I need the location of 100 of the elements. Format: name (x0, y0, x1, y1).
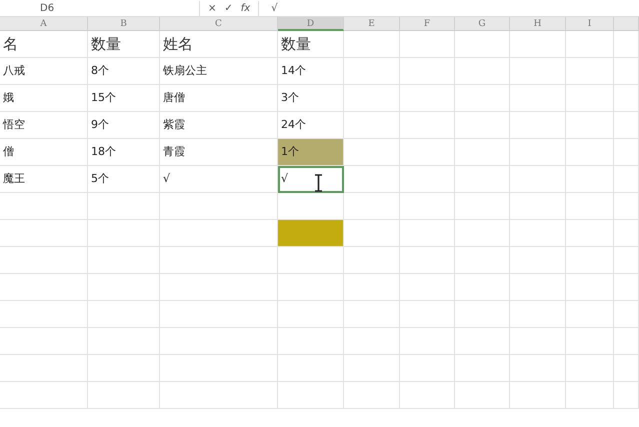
table-cell[interactable]: 僧 (0, 139, 88, 166)
table-cell[interactable]: 1个 (278, 139, 344, 166)
column-header[interactable]: A (0, 17, 88, 31)
column-header[interactable]: G (455, 17, 510, 31)
empty-cell[interactable] (160, 382, 278, 409)
empty-cell[interactable] (278, 355, 344, 382)
empty-cell[interactable] (344, 355, 400, 382)
empty-cell[interactable] (455, 58, 510, 85)
empty-cell[interactable] (455, 193, 510, 220)
empty-cell[interactable] (400, 247, 455, 274)
empty-cell[interactable] (278, 274, 344, 301)
empty-cell[interactable] (510, 112, 566, 139)
empty-cell[interactable] (614, 301, 639, 328)
table-cell[interactable]: 数量 (88, 31, 160, 58)
empty-cell[interactable] (0, 247, 88, 274)
column-header[interactable]: E (344, 17, 400, 31)
table-cell[interactable]: 紫霞 (160, 112, 278, 139)
empty-cell[interactable] (510, 301, 566, 328)
empty-cell[interactable] (614, 166, 639, 193)
empty-cell[interactable] (88, 274, 160, 301)
empty-cell[interactable] (344, 112, 400, 139)
table-cell[interactable]: 娥 (0, 85, 88, 112)
empty-cell[interactable] (0, 355, 88, 382)
empty-cell[interactable] (0, 274, 88, 301)
empty-cell[interactable] (614, 220, 639, 247)
empty-cell[interactable] (455, 220, 510, 247)
table-cell[interactable]: 唐僧 (160, 85, 278, 112)
empty-cell[interactable] (400, 193, 455, 220)
empty-cell[interactable] (160, 274, 278, 301)
empty-cell[interactable] (400, 139, 455, 166)
empty-cell[interactable] (455, 166, 510, 193)
empty-cell[interactable] (510, 274, 566, 301)
empty-cell[interactable] (510, 139, 566, 166)
column-header[interactable]: I (566, 17, 614, 31)
empty-cell[interactable] (566, 355, 614, 382)
empty-cell[interactable] (510, 328, 566, 355)
column-header[interactable]: C (160, 17, 278, 31)
empty-cell[interactable] (160, 301, 278, 328)
empty-cell[interactable] (278, 382, 344, 409)
empty-cell[interactable] (614, 112, 639, 139)
empty-cell[interactable] (614, 247, 639, 274)
table-cell[interactable]: 铁扇公主 (160, 58, 278, 85)
empty-cell[interactable] (455, 247, 510, 274)
empty-cell[interactable] (566, 139, 614, 166)
empty-cell[interactable] (455, 274, 510, 301)
table-cell[interactable] (0, 220, 88, 247)
empty-cell[interactable] (566, 85, 614, 112)
empty-cell[interactable] (344, 328, 400, 355)
empty-cell[interactable] (0, 328, 88, 355)
table-cell[interactable]: 14个 (278, 58, 344, 85)
table-cell[interactable]: 8个 (88, 58, 160, 85)
empty-cell[interactable] (566, 382, 614, 409)
table-cell[interactable]: 八戒 (0, 58, 88, 85)
table-cell[interactable]: 15个 (88, 85, 160, 112)
empty-cell[interactable] (455, 31, 510, 58)
empty-cell[interactable] (510, 85, 566, 112)
empty-cell[interactable] (455, 301, 510, 328)
empty-cell[interactable] (566, 31, 614, 58)
empty-cell[interactable] (455, 355, 510, 382)
empty-cell[interactable] (160, 193, 278, 220)
empty-cell[interactable] (88, 355, 160, 382)
function-button[interactable]: fx (240, 0, 250, 16)
empty-cell[interactable] (566, 247, 614, 274)
empty-cell[interactable] (400, 301, 455, 328)
name-box[interactable]: D6 (0, 0, 200, 16)
empty-cell[interactable] (510, 31, 566, 58)
empty-cell[interactable] (566, 220, 614, 247)
empty-cell[interactable] (344, 274, 400, 301)
empty-cell[interactable] (278, 247, 344, 274)
cell-highlight[interactable] (278, 220, 344, 247)
empty-cell[interactable] (344, 382, 400, 409)
empty-cell[interactable] (88, 382, 160, 409)
empty-cell[interactable] (0, 301, 88, 328)
empty-cell[interactable] (88, 247, 160, 274)
empty-cell[interactable] (566, 193, 614, 220)
empty-cell[interactable] (510, 193, 566, 220)
table-cell[interactable]: 魔王 (0, 166, 88, 193)
empty-cell[interactable] (614, 355, 639, 382)
column-header[interactable]: B (88, 17, 160, 31)
empty-cell[interactable] (510, 355, 566, 382)
empty-cell[interactable] (400, 85, 455, 112)
empty-cell[interactable] (566, 301, 614, 328)
table-cell[interactable]: √ (278, 166, 344, 193)
empty-cell[interactable] (88, 328, 160, 355)
table-cell[interactable]: 悟空 (0, 112, 88, 139)
empty-cell[interactable] (160, 247, 278, 274)
empty-cell[interactable] (160, 355, 278, 382)
cancel-button[interactable]: × (208, 0, 216, 16)
table-cell[interactable]: 姓名 (160, 31, 278, 58)
table-cell[interactable]: 9个 (88, 112, 160, 139)
table-cell[interactable] (88, 220, 160, 247)
empty-cell[interactable] (278, 328, 344, 355)
empty-cell[interactable] (455, 112, 510, 139)
empty-cell[interactable] (455, 139, 510, 166)
empty-cell[interactable] (566, 58, 614, 85)
empty-cell[interactable] (278, 301, 344, 328)
empty-cell[interactable] (344, 247, 400, 274)
empty-cell[interactable] (400, 166, 455, 193)
empty-cell[interactable] (614, 139, 639, 166)
empty-cell[interactable] (510, 382, 566, 409)
